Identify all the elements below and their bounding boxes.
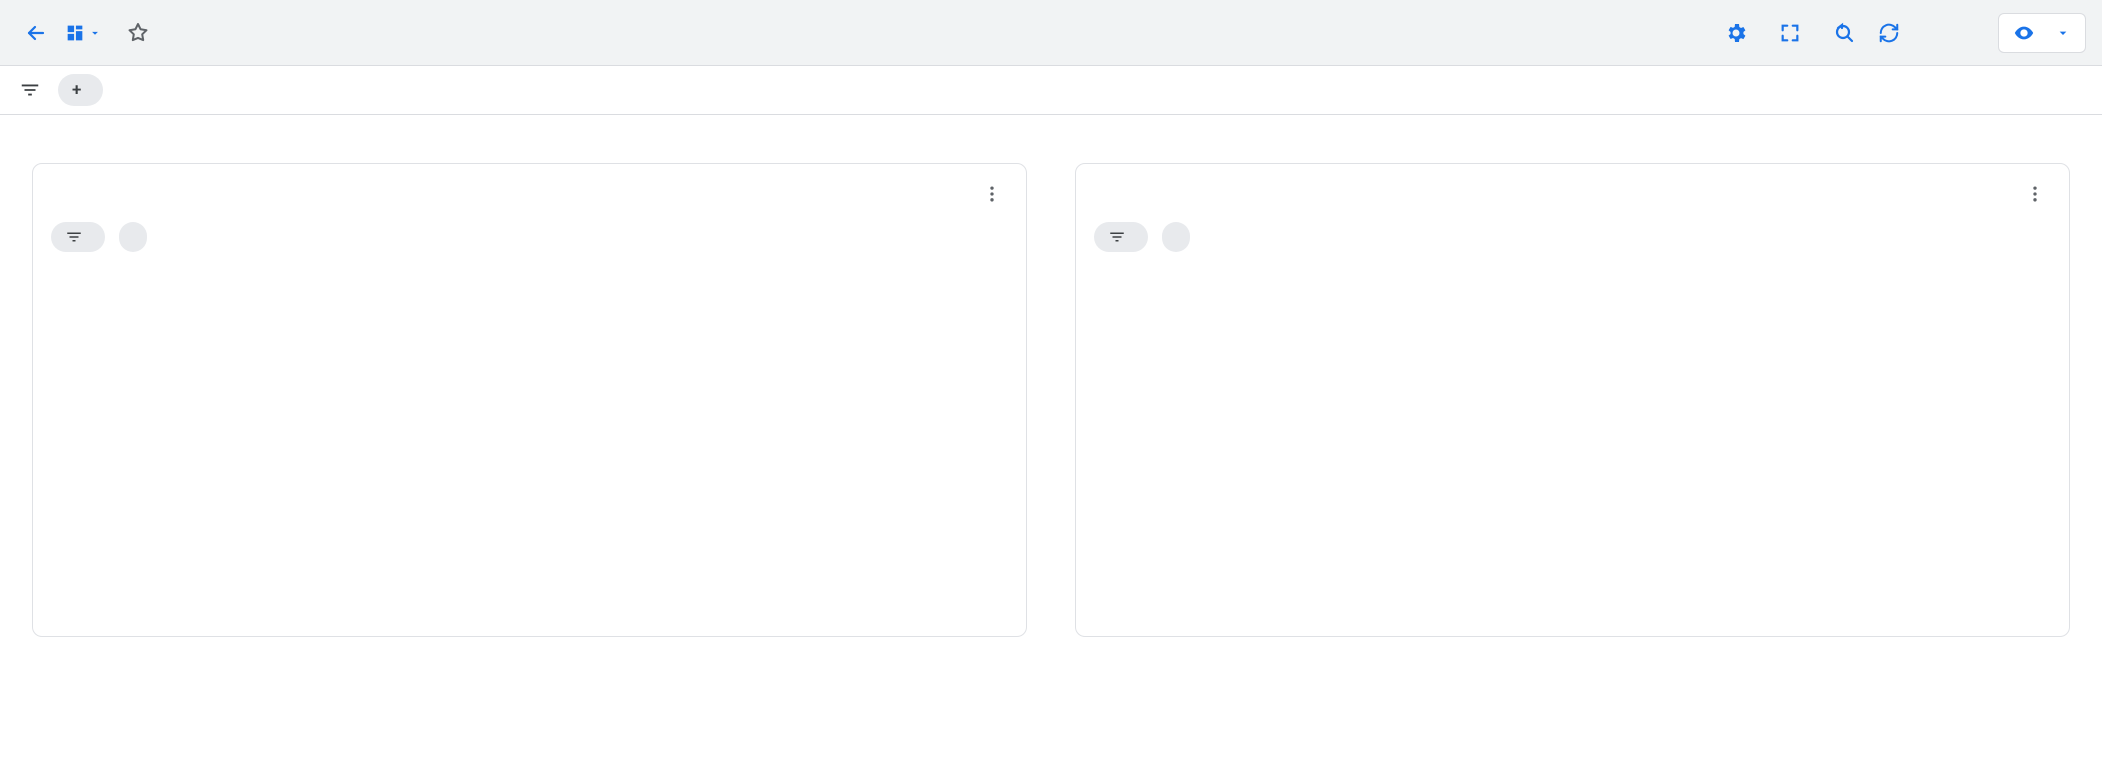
- interval-chip[interactable]: [119, 222, 147, 252]
- toolbar: [0, 0, 2102, 66]
- zoom-reset-button[interactable]: [1824, 13, 1864, 53]
- star-button[interactable]: [122, 17, 154, 49]
- plus-icon: +: [72, 80, 81, 100]
- dashboard-layout-icon: [64, 22, 86, 44]
- filter-small-icon: [1108, 228, 1126, 246]
- chart-card-rate-quota: [32, 163, 1027, 637]
- fullscreen-icon: [1779, 22, 1801, 44]
- filter-list-button[interactable]: [16, 76, 44, 104]
- timezone-button[interactable]: [1950, 23, 1978, 43]
- card-menu-button[interactable]: [2019, 178, 2051, 210]
- filters-count-chip[interactable]: [51, 222, 105, 252]
- arrow-left-icon: [24, 21, 48, 45]
- filter-list-icon: [19, 79, 41, 101]
- star-outline-icon: [126, 21, 150, 45]
- dots-vertical-icon: [2025, 184, 2045, 204]
- back-button[interactable]: [16, 13, 56, 53]
- area-chart: [51, 258, 1008, 628]
- chart-card-request-count: [1075, 163, 2070, 637]
- eye-icon: [2013, 22, 2035, 44]
- filter-bar: +: [0, 66, 2102, 115]
- filter-small-icon: [65, 228, 83, 246]
- line-chart: [1094, 258, 2051, 628]
- group-by-chip[interactable]: +: [58, 74, 103, 106]
- card-menu-button[interactable]: [976, 178, 1008, 210]
- interval-chip[interactable]: [1162, 222, 1190, 252]
- chart-area[interactable]: [1094, 258, 2051, 628]
- viewing-mode-button[interactable]: [1998, 13, 2086, 53]
- gear-icon: [1724, 21, 1748, 45]
- auto-refresh-toggle[interactable]: [1878, 22, 1908, 44]
- filter-input[interactable]: [117, 79, 357, 102]
- chart-area[interactable]: [51, 258, 1008, 628]
- filters-count-chip[interactable]: [1094, 222, 1148, 252]
- settings-button[interactable]: [1716, 13, 1756, 53]
- refresh-icon: [1878, 22, 1900, 44]
- fullscreen-button[interactable]: [1770, 13, 1810, 53]
- caret-down-icon: [2055, 25, 2071, 41]
- layout-menu-button[interactable]: [64, 13, 102, 53]
- card-grid: [0, 115, 2102, 685]
- send-feedback-button[interactable]: [1670, 23, 1698, 43]
- caret-down-icon: [88, 26, 102, 40]
- zoom-reset-icon: [1832, 21, 1856, 45]
- dots-vertical-icon: [982, 184, 1002, 204]
